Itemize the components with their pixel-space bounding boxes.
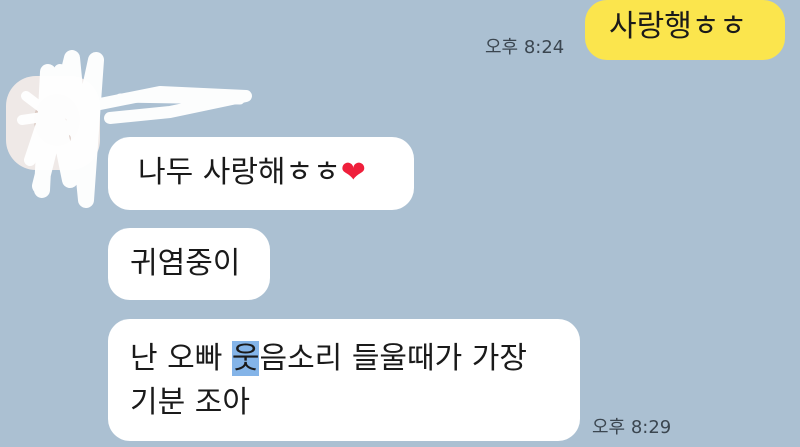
received-message-bubble-3[interactable]: 난 오빠 웃음소리 들울때가 가장 기분 조아 xyxy=(108,319,580,441)
chat-screen: { "messages": { "sent": { "text": "사랑행ㅎㅎ… xyxy=(0,0,800,447)
avatar-face xyxy=(34,94,80,146)
line1-text-b: 음소리 들울때가 가장 xyxy=(259,341,527,376)
received-message-line-1: 난 오빠 웃음소리 들울때가 가장 xyxy=(130,337,580,381)
selected-text-highlight[interactable]: 웃 xyxy=(231,341,260,376)
sent-message-time: 오후 8:24 xyxy=(485,37,565,58)
red-heart-icon: ❤ xyxy=(340,155,366,190)
received-message-line-2: 기분 조아 xyxy=(130,385,250,420)
sent-message-bubble[interactable]: 사랑행ㅎㅎ xyxy=(585,0,785,60)
line1-text-a: 난 오빠 xyxy=(130,341,232,376)
received-message-text-2: 귀염중이 xyxy=(130,246,241,281)
received-message-time: 오후 8:29 xyxy=(592,417,672,438)
sender-avatar[interactable] xyxy=(6,76,100,170)
sent-message-text: 사랑행ㅎㅎ xyxy=(609,9,747,44)
received-message-bubble-1[interactable]: 나두 사랑해ㅎㅎ❤ xyxy=(108,137,414,210)
received-message-bubble-2[interactable]: 귀염중이 xyxy=(108,228,270,300)
received-message-text-1: 나두 사랑해ㅎㅎ xyxy=(138,155,341,190)
